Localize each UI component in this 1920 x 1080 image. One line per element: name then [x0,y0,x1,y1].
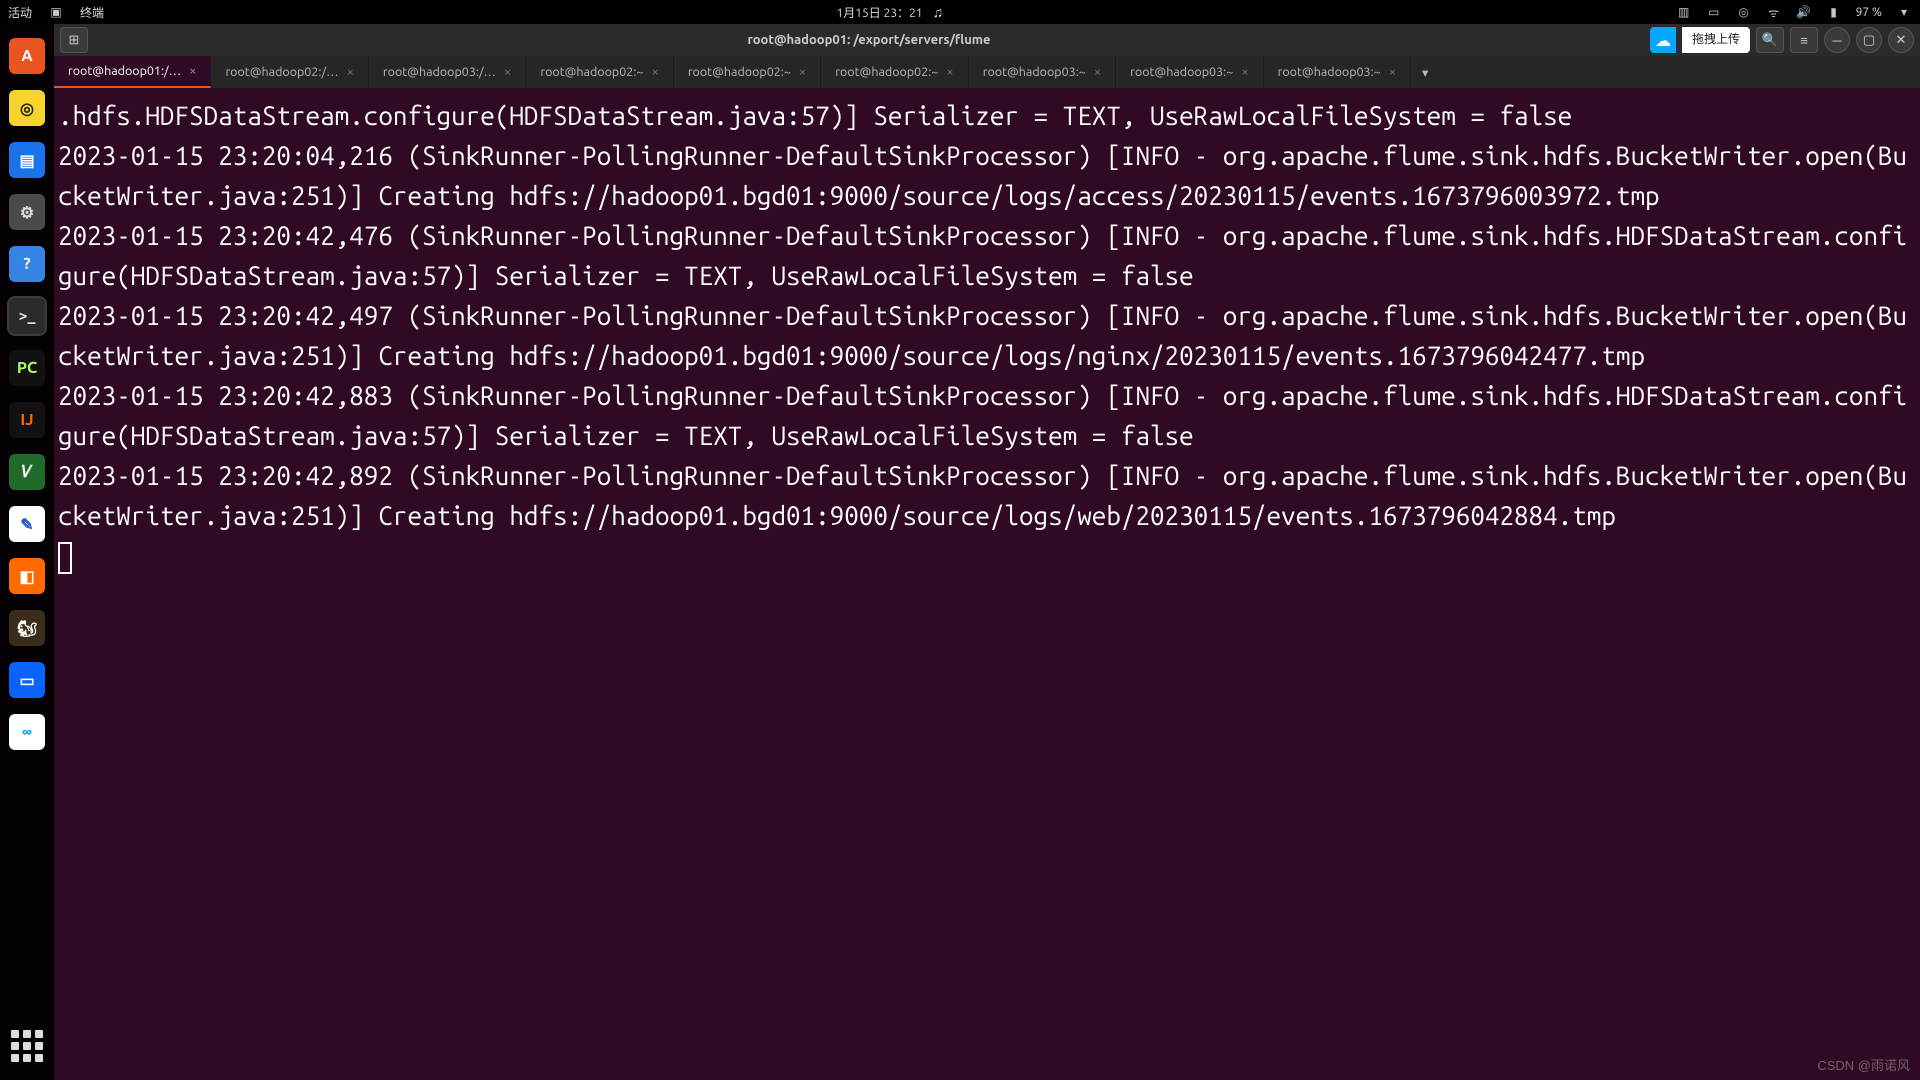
volume-icon[interactable]: 🔊 [1796,4,1812,20]
window-minimize-button[interactable]: ─ [1824,27,1850,53]
chevron-down-icon: ▾ [1422,65,1428,80]
tab-label: root@hadoop03:/… [383,65,496,79]
dock-app-pycharm[interactable]: PC [7,348,47,388]
dock-app-intellij[interactable]: IJ [7,400,47,440]
hamburger-icon: ≡ [1800,33,1808,48]
search-icon: 🔍 [1762,33,1778,48]
close-icon: ✕ [1896,33,1907,48]
tab-label: root@hadoop03:~ [1278,65,1381,79]
terminal-icon: >_ [9,298,45,334]
tab-label: root@hadoop02:~ [835,65,938,79]
dock-app-libreoffice-writer[interactable]: ▤ [7,140,47,180]
tab-close-icon[interactable]: × [504,65,511,79]
dock-app-gvim[interactable]: 𝑉 [7,452,47,492]
tab-label: root@hadoop02:/… [225,65,338,79]
meet-icon: ▭ [9,662,45,698]
tab-close-icon[interactable]: × [189,64,196,78]
terminal-window: ⊞ root@hadoop01: /export/servers/flume ☁… [54,24,1920,1080]
terminal-tab-5[interactable]: root@hadoop02:~ × [821,56,968,88]
tab-close-icon[interactable]: × [1241,65,1248,79]
window-title: root@hadoop01: /export/servers/flume [94,33,1644,47]
dock-app-terminal[interactable]: >_ [7,296,47,336]
terminal-cursor [58,542,72,574]
dock-app-help[interactable]: ? [7,244,47,284]
text-editor-icon: ✎ [9,506,45,542]
settings-icon: ⚙ [9,194,45,230]
rhythmbox-icon: ◎ [9,90,45,126]
cloud-icon: ☁ [1650,27,1676,53]
dock-app-text-editor[interactable]: ✎ [7,504,47,544]
baidu-netdisk-icon: ∞ [9,714,45,750]
tab-close-icon[interactable]: × [1094,65,1101,79]
dbeaver-icon: 🐿 [9,610,45,646]
help-icon: ? [9,246,45,282]
dock-app-meet[interactable]: ▭ [7,660,47,700]
tab-close-icon[interactable]: × [799,65,806,79]
terminal-output[interactable]: .hdfs.HDFSDataStream.configure(HDFSDataS… [54,88,1920,1080]
tray-icon-3[interactable]: ◎ [1736,4,1752,20]
ubuntu-dock: A ◎ ▤ ⚙? >_ PC IJ 𝑉 ✎ ◧ 🐿 ▭ ∞ [0,24,54,1080]
wifi-icon[interactable]: ᯤ [1766,4,1782,20]
watermark: CSDN @雨诺风 [1817,1055,1910,1074]
window-close-button[interactable]: ✕ [1888,27,1914,53]
virtualbox-icon: ◧ [9,558,45,594]
hamburger-menu-button[interactable]: ≡ [1790,27,1818,53]
libreoffice-writer-icon: ▤ [9,142,45,178]
dock-app-virtualbox[interactable]: ◧ [7,556,47,596]
pycharm-icon: PC [9,350,45,386]
tab-overflow-button[interactable]: ▾ [1411,56,1439,88]
window-maximize-button[interactable]: ▢ [1856,27,1882,53]
search-button[interactable]: 🔍 [1756,27,1784,53]
battery-percent: 97 % [1856,6,1882,19]
tab-label: root@hadoop03:~ [1130,65,1233,79]
app-menu-label[interactable]: 终端 [80,4,104,21]
system-menu-chevron-icon[interactable]: ▾ [1896,4,1912,20]
tray-icon-1[interactable]: ▥ [1676,4,1692,20]
tab-label: root@hadoop03:~ [983,65,1086,79]
dock-app-ubuntu-software[interactable]: A [7,36,47,76]
terminal-tab-2[interactable]: root@hadoop03:/… × [369,56,526,88]
dock-app-rhythmbox[interactable]: ◎ [7,88,47,128]
terminal-tab-4[interactable]: root@hadoop02:~ × [674,56,821,88]
terminal-tab-0[interactable]: root@hadoop01:/… × [54,56,211,88]
tab-label: root@hadoop02:~ [540,65,643,79]
new-tab-button[interactable]: ⊞ [60,27,88,53]
tab-label: root@hadoop02:~ [688,65,791,79]
intellij-icon: IJ [9,402,45,438]
battery-icon[interactable]: ▮ [1826,4,1842,20]
new-tab-icon: ⊞ [69,33,80,48]
gnome-top-panel: 活动 ▣ 终端 1月15日 23：21 ♫ ▥ ▭ ◎ ᯤ 🔊 ▮ 97 % ▾ [0,0,1920,24]
tab-close-icon[interactable]: × [347,65,354,79]
minimize-icon: ─ [1832,33,1841,48]
activities-button[interactable]: 活动 [8,4,32,21]
dock-app-dbeaver[interactable]: 🐿 [7,608,47,648]
gvim-icon: 𝑉 [9,454,45,490]
show-applications-button[interactable] [7,1026,47,1066]
window-headerbar: ⊞ root@hadoop01: /export/servers/flume ☁… [54,24,1920,56]
terminal-tab-bar: root@hadoop01:/…×root@hadoop02:/…×root@h… [54,56,1920,88]
dock-app-settings[interactable]: ⚙ [7,192,47,232]
terminal-tab-3[interactable]: root@hadoop02:~ × [526,56,673,88]
clock-label[interactable]: 1月15日 23：21 [837,4,923,21]
terminal-tab-7[interactable]: root@hadoop03:~ × [1116,56,1263,88]
ubuntu-software-icon: A [9,38,45,74]
tab-close-icon[interactable]: × [946,65,953,79]
terminal-menu-icon: ▣ [48,4,64,20]
notification-bell-icon[interactable]: ♫ [933,4,944,20]
upload-promo-label: 拖拽上传 [1682,27,1750,53]
tab-close-icon[interactable]: × [651,65,658,79]
terminal-tab-8[interactable]: root@hadoop03:~ × [1264,56,1411,88]
maximize-icon: ▢ [1863,33,1875,48]
upload-promo[interactable]: ☁ 拖拽上传 [1650,27,1750,53]
tab-close-icon[interactable]: × [1389,65,1396,79]
terminal-tab-6[interactable]: root@hadoop03:~ × [969,56,1116,88]
terminal-tab-1[interactable]: root@hadoop02:/… × [211,56,368,88]
tab-label: root@hadoop01:/… [68,64,181,78]
tray-icon-2[interactable]: ▭ [1706,4,1722,20]
dock-app-baidu-netdisk[interactable]: ∞ [7,712,47,752]
